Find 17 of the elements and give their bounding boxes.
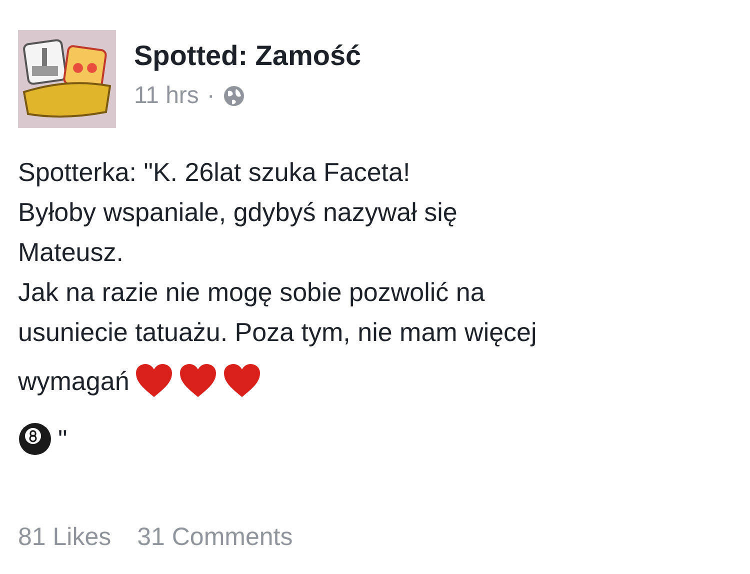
page-name[interactable]: Spotted: Zamość	[134, 40, 362, 72]
post-text: Byłoby wspaniale, gdybyś nazywał się	[18, 196, 458, 228]
eight-ball-icon	[18, 422, 52, 456]
post-text: Mateusz.	[18, 236, 124, 268]
post-text: usuniecie tatuażu. Poza tym, nie mam więcej	[18, 316, 537, 348]
heart-icon	[179, 363, 218, 399]
heart-icon	[135, 363, 174, 399]
post-text: "	[58, 424, 68, 454]
post-time[interactable]: 11 hrs	[134, 82, 199, 110]
heart-icon	[223, 363, 262, 399]
separator-dot: ·	[206, 82, 215, 110]
post-text: Jak na razie nie mogę sobie pozwolić na	[18, 276, 485, 308]
post-text: wymagań	[18, 366, 130, 396]
likes-count[interactable]: 81 Likes	[18, 523, 112, 552]
globe-icon	[222, 85, 245, 107]
post-text: Spotterka: "K. 26lat szuka Faceta!	[18, 156, 410, 188]
comments-count[interactable]: 31 Comments	[137, 523, 293, 552]
